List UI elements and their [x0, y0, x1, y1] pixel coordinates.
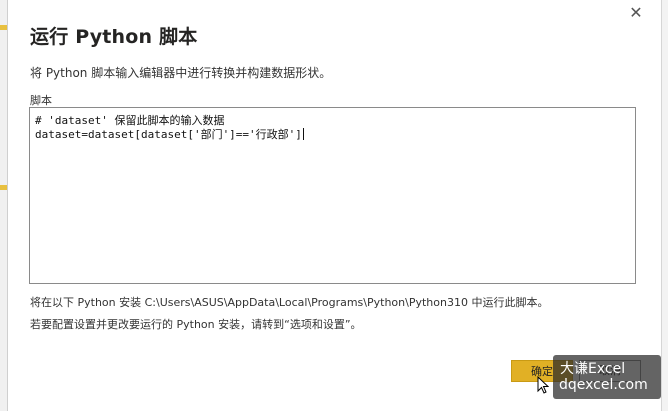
mouse-pointer-icon [537, 376, 549, 394]
background-window-right-edge [661, 0, 668, 411]
script-editor[interactable]: # 'dataset' 保留此脚本的输入数据 dataset=dataset[d… [29, 107, 636, 284]
background-accent-mark [0, 185, 7, 190]
dialog-title: 运行 Python 脚本 [30, 26, 198, 48]
code-line-filter: dataset=dataset[dataset['部门']=='行政部'] [35, 128, 630, 142]
script-label: 脚本 [30, 94, 52, 107]
python-install-path-note: 将在以下 Python 安装 C:\Users\ASUS\AppData\Loc… [30, 296, 549, 309]
code-line-filter-text: dataset=dataset[dataset['部门']=='行政部'] [35, 128, 302, 141]
run-python-script-dialog: ✕ 运行 Python 脚本 将 Python 脚本输入编辑器中进行转换并构建数… [8, 0, 660, 411]
dialog-description: 将 Python 脚本输入编辑器中进行转换并构建数据形状。 [30, 66, 332, 80]
watermark-brand: 大谦Excel [560, 361, 626, 377]
background-accent-mark [0, 25, 7, 30]
code-line-comment: # 'dataset' 保留此脚本的输入数据 [35, 114, 225, 127]
background-window-left-edge [0, 0, 8, 411]
settings-hint-note: 若要配置设置并更改要运行的 Python 安装，请转到“选项和设置”。 [30, 318, 362, 331]
close-icon[interactable]: ✕ [626, 4, 646, 24]
watermark-url: dqexcel.com [559, 377, 648, 393]
text-caret [302, 128, 304, 140]
watermark-logo: 大谦Excel dqexcel.com [553, 355, 661, 399]
